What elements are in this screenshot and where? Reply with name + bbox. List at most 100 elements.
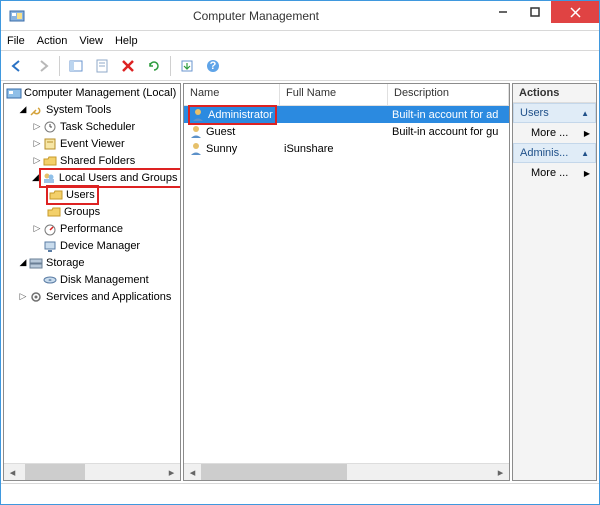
computer-mgmt-icon: [6, 85, 22, 101]
properties-button[interactable]: [90, 54, 114, 78]
tree-disk-management[interactable]: Disk Management: [4, 271, 180, 288]
menubar: File Action View Help: [1, 31, 599, 51]
minimize-button[interactable]: [487, 1, 519, 23]
caret-icon[interactable]: ▷: [32, 121, 42, 132]
tree-horizontal-scrollbar[interactable]: ◂ ▸: [4, 463, 180, 480]
tree-performance[interactable]: ▷ Performance: [4, 220, 180, 237]
window-controls: [487, 1, 599, 30]
shared-folder-icon: [42, 153, 58, 169]
tree-label: Groups: [64, 206, 100, 218]
caret-icon[interactable]: ▷: [32, 155, 42, 166]
tree-label: Local Users and Groups: [59, 172, 178, 184]
tree-label: Performance: [60, 223, 123, 235]
caret-icon[interactable]: ▷: [32, 223, 42, 234]
menu-help[interactable]: Help: [115, 35, 138, 47]
caret-icon[interactable]: ◢: [32, 172, 39, 183]
collapse-icon: ▲: [581, 109, 589, 118]
actions-more-users[interactable]: More ... ▶: [513, 123, 596, 143]
menu-action[interactable]: Action: [37, 35, 68, 47]
tree-shared-folders[interactable]: ▷ Shared Folders: [4, 152, 180, 169]
folder-icon: [48, 187, 64, 203]
clock-icon: [42, 119, 58, 135]
event-icon: [42, 136, 58, 152]
tree-label: Shared Folders: [60, 155, 135, 167]
scroll-left-arrow[interactable]: ◂: [4, 464, 21, 480]
actions-section-users[interactable]: Users ▲: [513, 103, 596, 123]
actions-item-label: More ...: [531, 127, 568, 139]
tree-users[interactable]: Users: [4, 186, 180, 203]
services-icon: [28, 289, 44, 305]
menu-view[interactable]: View: [79, 35, 103, 47]
tree-label: Storage: [46, 257, 85, 269]
caret-icon[interactable]: ◢: [18, 104, 28, 115]
actions-pane: Actions Users ▲ More ... ▶ Adminis... ▲ …: [512, 83, 597, 481]
tree-device-manager[interactable]: Device Manager: [4, 237, 180, 254]
app-icon: [9, 8, 25, 24]
list-pane: Name Full Name Description Administrator…: [183, 83, 510, 481]
help-button[interactable]: ?: [201, 54, 225, 78]
scroll-right-arrow[interactable]: ▸: [492, 464, 509, 480]
actions-section-administrator[interactable]: Adminis... ▲: [513, 143, 596, 163]
cell-fullname: iSunshare: [280, 143, 388, 155]
actions-section-label: Adminis...: [520, 147, 568, 159]
refresh-button[interactable]: [142, 54, 166, 78]
tree-root[interactable]: Computer Management (Local): [4, 84, 180, 101]
tree-label: Users: [66, 189, 95, 201]
toolbar-separator: [170, 56, 171, 76]
submenu-icon: ▶: [584, 129, 590, 138]
caret-icon[interactable]: ▷: [18, 291, 28, 302]
back-button[interactable]: [5, 54, 29, 78]
column-name[interactable]: Name: [184, 84, 280, 105]
tree-label: Device Manager: [60, 240, 140, 252]
caret-icon[interactable]: ▷: [32, 138, 42, 149]
tree-system-tools[interactable]: ◢ System Tools: [4, 101, 180, 118]
scroll-left-arrow[interactable]: ◂: [184, 464, 201, 480]
tree-storage[interactable]: ◢ Storage: [4, 254, 180, 271]
scroll-thumb[interactable]: [201, 464, 347, 480]
caret-icon[interactable]: ◢: [18, 257, 28, 268]
forward-button[interactable]: [31, 54, 55, 78]
collapse-icon: ▲: [581, 149, 589, 158]
scroll-thumb[interactable]: [25, 464, 85, 480]
column-description[interactable]: Description: [388, 84, 509, 105]
tree-task-scheduler[interactable]: ▷ Task Scheduler: [4, 118, 180, 135]
tree-pane: Computer Management (Local) ◢ System Too…: [3, 83, 181, 481]
tree-label: Services and Applications: [46, 291, 171, 303]
actions-title: Actions: [513, 84, 596, 103]
list-row-administrator[interactable]: Administrator Built-in account for ad: [184, 106, 509, 123]
main-area: Computer Management (Local) ◢ System Too…: [1, 81, 599, 483]
tree-label: Disk Management: [60, 274, 149, 286]
storage-icon: [28, 255, 44, 271]
close-button[interactable]: [551, 1, 599, 23]
export-list-button[interactable]: [175, 54, 199, 78]
toolbar: ?: [1, 51, 599, 81]
cell-name: Guest: [206, 126, 235, 138]
cell-name: Sunny: [206, 143, 237, 155]
svg-text:?: ?: [210, 60, 217, 72]
show-hide-tree-button[interactable]: [64, 54, 88, 78]
list-horizontal-scrollbar[interactable]: ◂ ▸: [184, 463, 509, 480]
user-icon: [190, 107, 206, 123]
tree-label: Task Scheduler: [60, 121, 135, 133]
actions-section-label: Users: [520, 107, 549, 119]
delete-button[interactable]: [116, 54, 140, 78]
tree-local-users-groups[interactable]: ◢ Local Users and Groups: [4, 169, 180, 186]
tree-content: Computer Management (Local) ◢ System Too…: [4, 84, 180, 463]
cell-description: Built-in account for ad: [388, 109, 509, 121]
tree-groups[interactable]: Groups: [4, 203, 180, 220]
tree-event-viewer[interactable]: ▷ Event Viewer: [4, 135, 180, 152]
window-title: Computer Management: [25, 9, 487, 23]
tree-services-apps[interactable]: ▷ Services and Applications: [4, 288, 180, 305]
device-icon: [42, 238, 58, 254]
actions-more-administrator[interactable]: More ... ▶: [513, 163, 596, 183]
maximize-button[interactable]: [519, 1, 551, 23]
cell-name: Administrator: [208, 109, 273, 121]
column-fullname[interactable]: Full Name: [280, 84, 388, 105]
user-icon: [188, 141, 204, 157]
folder-icon: [46, 204, 62, 220]
list-row-guest[interactable]: Guest Built-in account for gu: [184, 123, 509, 140]
user-icon: [188, 124, 204, 140]
list-row-sunny[interactable]: Sunny iSunshare: [184, 140, 509, 157]
menu-file[interactable]: File: [7, 35, 25, 47]
scroll-right-arrow[interactable]: ▸: [163, 464, 180, 480]
